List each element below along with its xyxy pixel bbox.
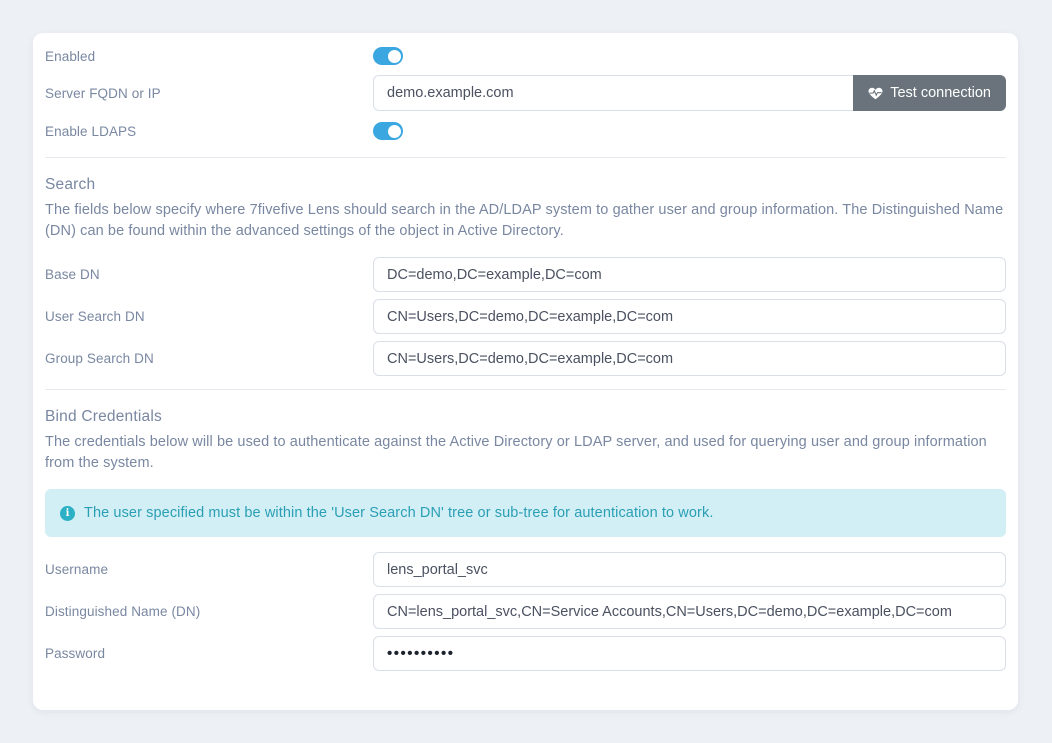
base-dn-input[interactable] <box>373 257 1006 292</box>
toggle-knob <box>388 50 401 63</box>
test-connection-button[interactable]: Test connection <box>853 75 1006 111</box>
username-input[interactable] <box>373 552 1006 587</box>
settings-card: Enabled Server FQDN or IP <box>33 33 1018 710</box>
ldap-settings-page: { "connection": { "enabled": { "label": … <box>0 0 1052 743</box>
enabled-toggle[interactable] <box>373 47 403 65</box>
heart-pulse-icon <box>868 86 883 101</box>
server-fqdn-input[interactable] <box>373 75 853 111</box>
base-dn-row: Base DN <box>45 257 1006 292</box>
distinguished-name-row: Distinguished Name (DN) <box>45 594 1006 629</box>
bind-section-description: The credentials below will be used to au… <box>45 432 1006 474</box>
ldaps-toggle[interactable] <box>373 122 403 140</box>
group-search-dn-input[interactable] <box>373 341 1006 376</box>
username-row: Username <box>45 552 1006 587</box>
user-search-dn-row: User Search DN <box>45 299 1006 334</box>
test-connection-label: Test connection <box>890 85 991 101</box>
info-icon: i <box>60 506 75 521</box>
info-alert: i The user specified must be within the … <box>45 489 1006 537</box>
section-divider <box>45 157 1006 158</box>
password-row: Password <box>45 636 1006 671</box>
group-search-dn-row: Group Search DN <box>45 341 1006 376</box>
server-fqdn-row: Server FQDN or IP Test connection <box>45 75 1006 111</box>
server-fqdn-label: Server FQDN or IP <box>45 86 373 101</box>
server-input-group: Test connection <box>373 75 1006 111</box>
enabled-row: Enabled <box>45 43 1006 69</box>
enabled-label: Enabled <box>45 49 373 64</box>
user-search-dn-label: User Search DN <box>45 309 373 324</box>
password-input[interactable] <box>373 636 1006 671</box>
section-divider <box>45 389 1006 390</box>
ldaps-row: Enable LDAPS <box>45 118 1006 144</box>
search-section-title: Search <box>45 176 1006 194</box>
info-alert-text: The user specified must be within the 'U… <box>84 505 713 521</box>
distinguished-name-label: Distinguished Name (DN) <box>45 604 373 619</box>
toggle-knob <box>388 125 401 138</box>
user-search-dn-input[interactable] <box>373 299 1006 334</box>
bind-section-title: Bind Credentials <box>45 408 1006 426</box>
base-dn-label: Base DN <box>45 267 373 282</box>
distinguished-name-input[interactable] <box>373 594 1006 629</box>
search-section-description: The fields below specify where 7fivefive… <box>45 200 1006 242</box>
ldaps-label: Enable LDAPS <box>45 124 373 139</box>
username-label: Username <box>45 562 373 577</box>
password-label: Password <box>45 646 373 661</box>
group-search-dn-label: Group Search DN <box>45 351 373 366</box>
